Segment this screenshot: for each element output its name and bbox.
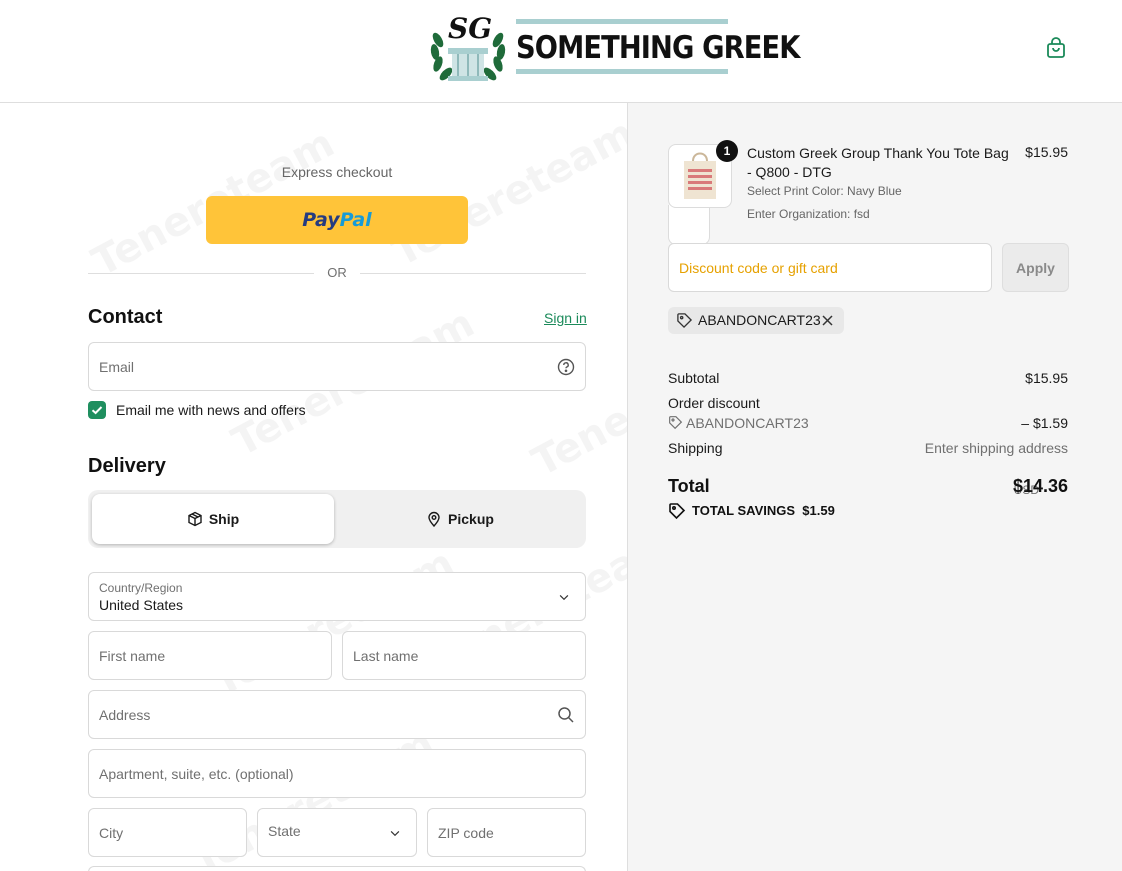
subtotal-label: Subtotal [668, 370, 720, 386]
zip-field[interactable]: ZIP code [427, 808, 586, 857]
paypal-logo-part2: Pal [339, 209, 372, 231]
package-icon [188, 511, 202, 527]
logo-bar-top [516, 19, 728, 24]
discount-code-field[interactable]: Discount code or gift card [668, 243, 992, 292]
contact-heading: Contact [88, 306, 163, 328]
applied-discount-chip: ABANDONCART23 [668, 307, 844, 334]
product-name: Custom Greek Group Thank You Tote Bag - … [747, 145, 1009, 180]
shopping-bag-icon[interactable] [1044, 36, 1068, 60]
apartment-field[interactable]: Apartment, suite, etc. (optional) [88, 749, 586, 798]
sign-in-link[interactable]: Sign in [544, 310, 587, 326]
subtotal-value: $15.95 [1025, 370, 1068, 386]
divider-line [360, 273, 586, 274]
pickup-label: Pickup [448, 511, 494, 527]
location-pin-icon [428, 511, 440, 527]
state-select[interactable]: State [257, 808, 417, 857]
organization-option: Enter Organization: fsd [747, 207, 870, 221]
product-thumbnail-shadow [668, 205, 710, 245]
last-name-placeholder: Last name [353, 647, 419, 664]
zip-placeholder: ZIP code [438, 824, 494, 841]
news-opt-in-label: Email me with news and offers [116, 402, 306, 418]
brand-monogram: SG [448, 12, 493, 45]
city-field[interactable]: City [88, 808, 247, 857]
country-select[interactable]: Country/Region United States [88, 572, 586, 621]
quantity-badge: 1 [716, 140, 738, 162]
apartment-placeholder: Apartment, suite, etc. (optional) [99, 765, 294, 782]
chevron-down-icon [559, 594, 569, 600]
country-label: Country/Region [99, 581, 183, 595]
country-value: United States [99, 597, 184, 613]
pickup-option[interactable]: Pickup [338, 494, 582, 544]
ship-label: Ship [208, 511, 240, 527]
order-discount-label: Order discount [668, 395, 760, 411]
product-price: $15.95 [1025, 144, 1068, 160]
delivery-heading: Delivery [88, 455, 166, 477]
or-divider: OR [88, 265, 586, 281]
tag-icon [669, 416, 683, 430]
checkmark-icon [91, 406, 103, 415]
applied-discount-code: ABANDONCART23 [698, 312, 821, 328]
first-name-field[interactable]: First name [88, 631, 332, 680]
email-placeholder: Email [99, 358, 135, 375]
state-placeholder: State [268, 823, 301, 839]
watermark: Tenereteam [205, 540, 462, 706]
help-circle-icon[interactable] [557, 358, 575, 376]
chevron-down-icon [390, 830, 400, 836]
site-header: SG SOMETHING GREEK [0, 0, 1122, 103]
address-placeholder: Address [99, 706, 151, 723]
tag-icon [669, 503, 686, 520]
city-placeholder: City [99, 824, 124, 841]
shipping-label: Shipping [668, 440, 723, 456]
phone-field[interactable] [88, 866, 586, 871]
address-field[interactable]: Address [88, 690, 586, 739]
logo-bar-bottom [516, 69, 728, 74]
discount-placeholder: Discount code or gift card [679, 259, 838, 276]
print-color-option: Select Print Color: Navy Blue [747, 184, 902, 198]
total-value: $14.36 [1012, 476, 1068, 496]
ship-option[interactable]: Ship [92, 494, 334, 544]
delivery-method-toggle: Ship Pickup [88, 490, 586, 548]
total-label: Total [668, 476, 710, 496]
order-discount-code-text: ABANDONCART23 [686, 415, 809, 431]
paypal-button[interactable]: Pay Pal [206, 196, 468, 244]
savings-value: $1.59 [802, 503, 835, 518]
shipping-value: Enter shipping address [924, 440, 1068, 456]
savings-label: TOTAL SAVINGS [692, 503, 796, 518]
close-icon[interactable] [820, 313, 835, 328]
email-field[interactable]: Email [88, 342, 586, 391]
tag-icon [677, 313, 693, 329]
order-discount-value: – $1.59 [1021, 415, 1068, 431]
express-checkout-label: Express checkout [281, 164, 393, 180]
watermark: Tenereteam [385, 110, 642, 276]
paypal-logo-part1: Pay [302, 209, 340, 231]
last-name-field[interactable]: Last name [342, 631, 586, 680]
brand-name: SOMETHING GREEK [516, 30, 800, 66]
brand-logo[interactable]: SG SOMETHING GREEK [428, 10, 800, 84]
first-name-placeholder: First name [99, 647, 166, 664]
apply-discount-button[interactable]: Apply [1002, 243, 1069, 292]
search-icon [558, 706, 574, 723]
news-checkbox[interactable] [88, 401, 106, 419]
